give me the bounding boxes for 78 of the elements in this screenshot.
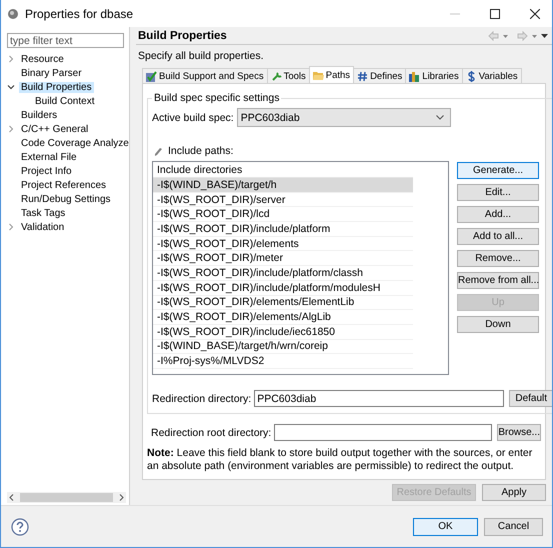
pencil-icon: [154, 146, 162, 156]
tree-item[interactable]: Project Info: [19, 166, 74, 176]
app-icon: [7, 8, 19, 20]
dialog-button[interactable]: Cancel: [484, 518, 543, 536]
filter-field[interactable]: type filter text: [7, 33, 124, 48]
window-title: Properties for dbase: [25, 6, 134, 20]
tree-item[interactable]: Run/Debug Settings: [19, 194, 113, 204]
tab[interactable]: Build Support and Specs: [142, 68, 268, 83]
tree-item[interactable]: Validation: [19, 222, 66, 232]
hash-icon: [357, 70, 368, 82]
close-icon: [530, 8, 540, 18]
tree-item[interactable]: Binary Parser: [19, 68, 84, 78]
tree-item[interactable]: Build Context: [33, 96, 96, 106]
tab[interactable]: Tools: [266, 68, 310, 83]
action-button[interactable]: Add...: [457, 206, 539, 223]
books-icon: [409, 70, 420, 82]
redirection-field[interactable]: PPC603diab: [254, 390, 504, 407]
table-row[interactable]: -I$(WS_ROOT_DIR)/server: [153, 192, 413, 208]
build-spec-dropdown[interactable]: PPC603diab: [236, 108, 451, 127]
tree-item[interactable]: C/C++ General: [19, 124, 90, 134]
action-button[interactable]: Remove from all...: [457, 272, 539, 289]
folder-icon: [312, 70, 324, 80]
action-button[interactable]: Edit...: [457, 184, 539, 201]
page-description: Specify all build properties.: [138, 50, 264, 62]
table-row[interactable]: -I$(WS_ROOT_DIR)/include/platform: [153, 222, 413, 237]
default-button[interactable]: Default: [509, 390, 552, 407]
root-directory-field[interactable]: [274, 424, 492, 441]
note-text: Note: Leave this field blank to store build output together with the sources, or enter an absolute path (environment variables are permissible) to redirect the output.: [147, 447, 534, 473]
field-label: Active build spec:: [152, 112, 234, 124]
dollar-icon: [466, 70, 477, 82]
horizontal-scrollbar[interactable]: [7, 492, 126, 503]
browse-button[interactable]: Browse...: [497, 424, 541, 441]
tab[interactable]: Paths: [308, 66, 354, 83]
action-button[interactable]: Remove...: [457, 250, 539, 267]
table-row[interactable]: -I$(WS_ROOT_DIR)/elements/AlgLib: [153, 310, 413, 325]
section-label: Include paths:: [168, 145, 234, 157]
table-row[interactable]: -I$(WS_ROOT_DIR)/meter: [153, 251, 413, 266]
field-label: Redirection root directory:: [151, 426, 272, 438]
action-button[interactable]: Generate...: [457, 162, 539, 179]
group-title: Build spec specific settings: [153, 92, 280, 104]
tree-item[interactable]: Build Properties: [19, 82, 94, 92]
tree-item[interactable]: Code Coverage Analyze: [19, 138, 131, 148]
tab[interactable]: Libraries: [405, 68, 463, 83]
table-row[interactable]: -I$(WS_ROOT_DIR)/include/platform/modulesH: [153, 280, 413, 296]
table-row[interactable]: -I$(WIND_BASE)/target/h: [153, 178, 413, 193]
page-title: Build Properties: [138, 30, 227, 42]
table-row[interactable]: -I$(WS_ROOT_DIR)/elements/ElementLib: [153, 296, 413, 310]
tree-item[interactable]: Builders: [19, 110, 60, 120]
apply-button[interactable]: Apply: [482, 484, 546, 501]
scroll-left-icon[interactable]: [9, 494, 14, 501]
chevron-right-icon[interactable]: [7, 223, 15, 231]
field-label: Redirection directory:: [152, 392, 252, 404]
tree-item[interactable]: Resource: [19, 54, 66, 64]
tab[interactable]: Defines: [353, 68, 406, 83]
dropdown-value: PPC603diab: [240, 112, 300, 124]
tree-item[interactable]: Project References: [19, 180, 108, 190]
maximize-icon: [490, 8, 500, 18]
chevron-right-icon[interactable]: [7, 125, 15, 133]
table-row[interactable]: -I%Proj-sys%/MLVDS2: [153, 354, 413, 369]
chevron-right-icon[interactable]: [7, 55, 15, 63]
tree-item[interactable]: External File: [19, 152, 79, 162]
action-button[interactable]: Down: [457, 316, 539, 333]
table-row[interactable]: -I$(WS_ROOT_DIR)/include/platform/classh: [153, 266, 413, 281]
table-row[interactable]: -I$(WS_ROOT_DIR)/lcd: [153, 207, 413, 222]
table-row[interactable]: -I$(WS_ROOT_DIR)/elements: [153, 236, 413, 252]
tab[interactable]: Variables: [462, 68, 522, 83]
scroll-right-icon[interactable]: [119, 494, 124, 501]
navigation-arrows-icon[interactable]: [488, 30, 548, 40]
table-row[interactable]: -I$(WS_ROOT_DIR)/include/iec61850: [153, 324, 413, 340]
checklist-icon: [146, 70, 157, 82]
chevron-down-icon[interactable]: [7, 83, 15, 91]
table-row[interactable]: -I$(WIND_BASE)/target/h/wrn/coreip: [153, 340, 413, 354]
chevron-down-icon: [436, 115, 444, 120]
wrench-icon: [270, 70, 282, 82]
help-icon[interactable]: [11, 518, 29, 536]
action-button[interactable]: Add to all...: [457, 228, 539, 245]
tree-item[interactable]: Task Tags: [19, 208, 68, 218]
dialog-button[interactable]: OK: [413, 518, 478, 536]
